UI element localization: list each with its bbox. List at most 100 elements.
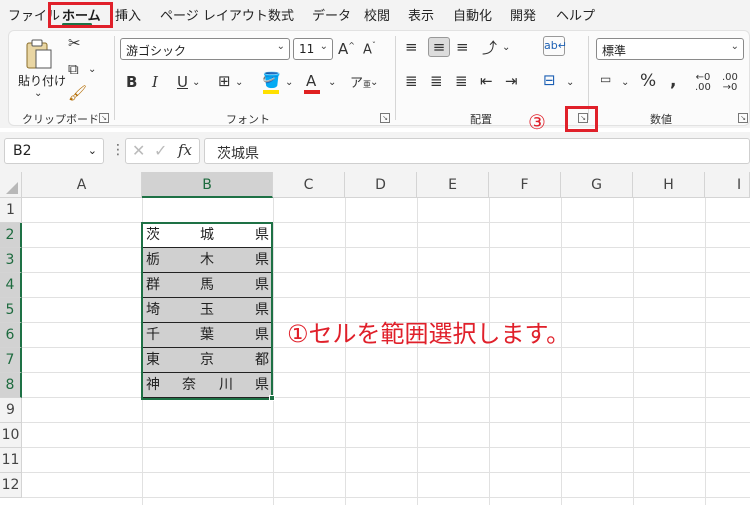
formula-input[interactable]: 茨城県 xyxy=(204,138,750,164)
increase-decimal-icon[interactable]: ←0.00 xyxy=(695,73,711,93)
menu-insert[interactable]: 挿入 xyxy=(115,5,141,24)
merge-dropdown-icon[interactable]: ⌄ xyxy=(566,77,574,88)
underline-dropdown-icon[interactable]: ⌄ xyxy=(192,77,200,88)
row-header-6[interactable]: 6 xyxy=(0,323,22,348)
paste-icon[interactable] xyxy=(24,38,54,70)
name-box[interactable]: B2 ⌄ xyxy=(4,138,104,164)
font-name-combo[interactable]: 游ゴシック ⌄ xyxy=(120,38,290,60)
top-align-icon[interactable]: ≡ xyxy=(405,38,418,56)
column-header-g[interactable]: G xyxy=(561,172,633,198)
selection-outline xyxy=(141,222,273,400)
format-painter-icon[interactable]: 🖌 xyxy=(68,84,87,102)
row-header-10[interactable]: 10 xyxy=(0,423,22,448)
column-header-a[interactable]: A xyxy=(22,172,142,198)
align-left-icon[interactable]: ≣ xyxy=(405,72,418,90)
select-all-corner[interactable] xyxy=(0,172,22,198)
fill-color-icon[interactable]: 🪣 xyxy=(262,71,281,89)
column-header-b[interactable]: B xyxy=(142,172,273,198)
column-header-h[interactable]: H xyxy=(633,172,705,198)
increase-indent-icon[interactable]: ⇥ xyxy=(505,72,518,90)
number-group-label: 数値 xyxy=(650,113,672,126)
accounting-dropdown-icon[interactable]: ⌄ xyxy=(621,77,629,88)
row-header-11[interactable]: 11 xyxy=(0,448,22,473)
more-options-icon[interactable]: ⋮ xyxy=(111,142,125,158)
font-color-dropdown-icon[interactable]: ⌄ xyxy=(328,77,336,88)
alignment-group-label: 配置 xyxy=(470,113,492,126)
insert-function-icon[interactable]: fx xyxy=(178,141,192,159)
font-color-icon[interactable]: A xyxy=(306,72,316,90)
phonetic-guide-icon[interactable]: ア亜 xyxy=(350,72,371,91)
borders-icon[interactable]: ⊞ xyxy=(218,72,231,90)
font-color-swatch xyxy=(304,90,320,94)
decrease-indent-icon[interactable]: ⇤ xyxy=(480,72,493,90)
underline-icon[interactable]: U xyxy=(177,73,188,91)
row-header-12[interactable]: 12 xyxy=(0,473,22,498)
borders-dropdown-icon[interactable]: ⌄ xyxy=(235,77,243,88)
row-header-2[interactable]: 2 xyxy=(0,223,22,248)
row-header-4[interactable]: 4 xyxy=(0,273,22,298)
increase-font-size-icon[interactable]: A^ xyxy=(338,40,355,58)
font-size-combo[interactable]: 11 ⌄ xyxy=(293,38,333,60)
paste-button-label[interactable]: 貼り付け xyxy=(18,72,66,89)
cancel-icon[interactable]: ✕ xyxy=(132,141,145,160)
menu-page-layout[interactable]: ページ レイアウト xyxy=(160,5,268,24)
align-right-icon[interactable]: ≣ xyxy=(455,72,468,90)
bold-icon[interactable]: B xyxy=(126,73,137,91)
font-group-label: フォント xyxy=(226,113,270,126)
row-header-7[interactable]: 7 xyxy=(0,348,22,373)
row-header-9[interactable]: 9 xyxy=(0,398,22,423)
percent-style-icon[interactable]: % xyxy=(640,71,656,91)
row-header-8[interactable]: 8 xyxy=(0,373,22,398)
column-header-d[interactable]: D xyxy=(345,172,417,198)
column-header-c[interactable]: C xyxy=(273,172,345,198)
align-center-icon[interactable]: ≣ xyxy=(430,72,443,90)
menu-help[interactable]: ヘルプ xyxy=(556,5,595,24)
comma-style-icon[interactable]: , xyxy=(670,71,676,91)
gridline xyxy=(22,422,750,423)
copy-icon[interactable]: ⧉ xyxy=(68,60,79,78)
bottom-align-icon[interactable]: ≡ xyxy=(456,38,469,56)
phonetic-dropdown-icon[interactable]: ⌄ xyxy=(370,77,378,88)
font-launcher-icon[interactable]: ↘ xyxy=(380,113,390,123)
column-header-i[interactable]: I xyxy=(705,172,750,198)
row-header-3[interactable]: 3 xyxy=(0,248,22,273)
row-header-5[interactable]: 5 xyxy=(0,298,22,323)
decrease-font-size-icon[interactable]: Aˇ xyxy=(363,41,376,57)
menu-formulas[interactable]: 数式 xyxy=(268,5,294,24)
gridline xyxy=(22,372,750,373)
menu-view[interactable]: 表示 xyxy=(408,5,434,24)
fill-color-dropdown-icon[interactable]: ⌄ xyxy=(285,77,293,88)
orientation-icon[interactable]: ⤴ xyxy=(482,37,497,58)
gridline xyxy=(22,272,750,273)
fill-handle[interactable] xyxy=(269,395,275,401)
gridline xyxy=(417,198,418,505)
cut-icon[interactable]: ✂ xyxy=(68,34,81,52)
home-tab-highlight xyxy=(48,2,113,28)
menu-automate[interactable]: 自動化 xyxy=(453,5,492,24)
gridline xyxy=(22,397,750,398)
menu-review[interactable]: 校閲 xyxy=(364,5,390,24)
middle-align-icon[interactable]: ≡ xyxy=(428,37,450,57)
clipboard-launcher-icon[interactable]: ↘ xyxy=(99,113,109,123)
column-header-e[interactable]: E xyxy=(417,172,489,198)
decrease-decimal-icon[interactable]: .00 →0 xyxy=(722,73,738,93)
enter-icon[interactable]: ✓ xyxy=(154,141,167,160)
formula-bar: B2 ⌄ ⋮ ✕ ✓ fx 茨城県 xyxy=(0,132,750,172)
italic-icon[interactable]: I xyxy=(152,73,158,91)
column-header-f[interactable]: F xyxy=(489,172,561,198)
annotation-step3: ③ xyxy=(528,110,546,134)
number-format-combo[interactable]: 標準 ⌄ xyxy=(596,38,744,60)
menu-developer[interactable]: 開発 xyxy=(510,5,536,24)
merge-center-icon[interactable]: ⊟ xyxy=(543,71,556,89)
chevron-down-icon: ⌄ xyxy=(276,41,285,52)
menu-data[interactable]: データ xyxy=(312,5,351,24)
gridline xyxy=(705,198,706,505)
orientation-dropdown-icon[interactable]: ⌄ xyxy=(502,42,510,53)
accounting-format-icon[interactable]: ▭ xyxy=(600,72,611,86)
number-format-value: 標準 xyxy=(602,44,627,58)
wrap-text-icon[interactable]: ab↵ xyxy=(543,36,567,56)
row-header-1[interactable]: 1 xyxy=(0,198,22,223)
number-launcher-icon[interactable]: ↘ xyxy=(738,113,748,123)
paste-dropdown-icon[interactable]: ⌄ xyxy=(34,88,42,99)
copy-dropdown-icon[interactable]: ⌄ xyxy=(88,64,96,75)
